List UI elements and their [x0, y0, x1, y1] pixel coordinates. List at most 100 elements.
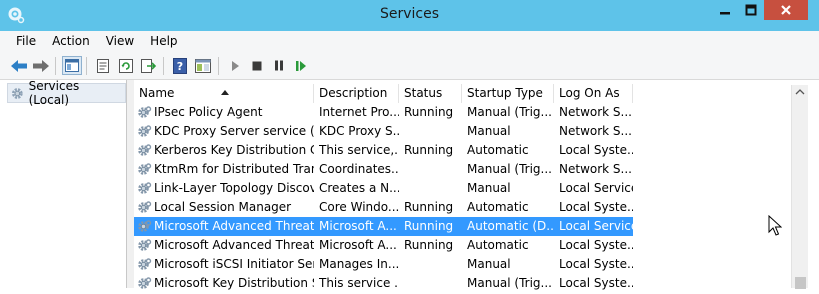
close-button[interactable]: [764, 0, 808, 20]
console-tree: Services (Local): [0, 79, 127, 288]
cell-description: Internet Pro...: [319, 105, 399, 119]
gear-icon: [137, 124, 152, 139]
cell-startup-type: Manual (Trig...: [467, 105, 552, 119]
properties-button[interactable]: [93, 56, 113, 75]
tree-item-label: Services (Local): [28, 79, 80, 107]
cell-description: Core Windo...: [319, 200, 399, 214]
scrollbar-thumb[interactable]: [795, 277, 806, 289]
resume-service-icon: [296, 60, 306, 71]
toolbar-separator: [163, 57, 164, 75]
cell-status: [404, 274, 462, 293]
back-button[interactable]: [9, 56, 29, 75]
table-row[interactable]: KDC Proxy Server service (K... KDC Proxy …: [134, 122, 633, 141]
cell-description: This service,...: [319, 143, 399, 157]
table-row[interactable]: Microsoft Key Distribution S... This serv…: [134, 274, 633, 293]
mouse-cursor-icon: [768, 215, 782, 236]
menu-file[interactable]: File: [8, 31, 44, 51]
gear-icon: [137, 105, 152, 120]
stop-service-button[interactable]: [247, 56, 267, 75]
gear-icon: [137, 219, 152, 234]
cell-name: Microsoft Advanced Threat ...: [154, 219, 314, 233]
pause-service-icon: [275, 60, 283, 71]
cell-startup-type: Automatic: [467, 238, 529, 252]
cell-description: Creates a N...: [319, 181, 399, 195]
table-row[interactable]: IPsec Policy Agent Internet Pro... Running…: [134, 103, 633, 122]
cell-log-on-as: Local Syste...: [559, 143, 633, 157]
table-row[interactable]: Microsoft Advanced Threat ... Microsoft A…: [134, 236, 633, 255]
cell-name: Microsoft Key Distribution S...: [154, 276, 314, 290]
sort-ascending-icon: [221, 90, 229, 95]
cell-status: [404, 179, 462, 198]
show-hide-console-tree-button[interactable]: [62, 56, 82, 75]
table-row[interactable]: Link-Layer Topology Discov... Creates a N…: [134, 179, 633, 198]
menu-action[interactable]: Action: [44, 31, 98, 51]
toolbar-separator: [86, 57, 87, 75]
table-row[interactable]: Microsoft Advanced Threat ... Microsoft A…: [134, 217, 633, 236]
column-header-description[interactable]: Description: [314, 84, 399, 103]
window-title: Services: [379, 6, 440, 22]
export-list-icon: [141, 58, 157, 73]
table-row[interactable]: Kerberos Key Distribution C... This servi…: [134, 141, 633, 160]
toolbar-separator: [218, 57, 219, 75]
tree-item-services-local[interactable]: Services (Local): [7, 79, 126, 107]
cell-description: KDC Proxy S...: [319, 124, 399, 138]
gear-icon: [137, 257, 152, 272]
forward-button[interactable]: [31, 56, 51, 75]
export-list-button[interactable]: [139, 56, 159, 75]
refresh-button[interactable]: [116, 56, 136, 75]
cell-log-on-as: Local Service: [559, 181, 633, 195]
menu-bar: File Action View Help: [0, 31, 819, 51]
cell-log-on-as: Local Service: [559, 219, 633, 233]
column-header-log-on-as[interactable]: Log On As: [554, 84, 633, 103]
menu-view[interactable]: View: [98, 31, 142, 51]
view-pane-button[interactable]: [193, 56, 213, 75]
gear-icon: [137, 238, 152, 253]
column-header-startup-type[interactable]: Startup Type: [462, 84, 554, 103]
cell-name: IPsec Policy Agent: [154, 105, 263, 119]
menu-help[interactable]: Help: [142, 31, 185, 51]
cell-name: Microsoft Advanced Threat ...: [154, 238, 314, 252]
cell-description: Coordinates...: [319, 162, 399, 176]
cell-log-on-as: Network S...: [559, 105, 632, 119]
gear-icon: [137, 143, 152, 158]
column-header-name[interactable]: Name: [134, 84, 314, 103]
cell-status: Running: [404, 238, 454, 252]
cell-startup-type: Manual: [467, 257, 511, 271]
cell-log-on-as: Network S...: [559, 162, 632, 176]
stop-service-icon: [252, 61, 262, 70]
start-service-icon: [232, 60, 239, 71]
table-row[interactable]: Microsoft iSCSI Initiator Ser... Manages …: [134, 255, 633, 274]
pause-service-button[interactable]: [269, 56, 289, 75]
title-bar: Services: [0, 0, 819, 31]
list-header: Name Description Status Startup Type Log…: [134, 84, 633, 103]
help-button[interactable]: ?: [170, 56, 190, 75]
back-arrow-icon: [11, 59, 27, 72]
cell-description: Microsoft A...: [319, 219, 397, 233]
cell-name: Kerberos Key Distribution C...: [154, 143, 314, 157]
minimize-icon: [720, 12, 730, 15]
maximize-button[interactable]: [738, 0, 764, 20]
gear-icon: [137, 162, 152, 177]
properties-icon: [97, 58, 109, 73]
cell-startup-type: Automatic: [467, 200, 529, 214]
services-list: Name Description Status Startup Type Log…: [134, 80, 819, 290]
maximize-icon: [745, 4, 757, 16]
gear-icon: [11, 87, 23, 99]
cell-name: KDC Proxy Server service (K...: [154, 124, 314, 138]
toolbar: ?: [0, 51, 819, 80]
cell-log-on-as: Local Syste...: [559, 257, 633, 271]
table-row[interactable]: KtmRm for Distributed Tran... Coordinates…: [134, 160, 633, 179]
scroll-up-icon: [795, 89, 805, 95]
cell-name: Link-Layer Topology Discov...: [154, 181, 314, 195]
start-service-button[interactable]: [225, 56, 245, 75]
column-header-status[interactable]: Status: [399, 84, 462, 103]
cell-log-on-as: Local Syste...: [559, 276, 633, 290]
gear-icon: [137, 200, 152, 215]
cell-startup-type: Automatic (D...: [467, 219, 554, 233]
splitter[interactable]: [127, 80, 134, 288]
cell-status: Running: [404, 105, 454, 119]
resume-service-button[interactable]: [291, 56, 311, 75]
table-row[interactable]: Local Session Manager Core Windo... Runnin…: [134, 198, 633, 217]
vertical-scrollbar[interactable]: [791, 85, 808, 289]
minimize-button[interactable]: [712, 0, 738, 20]
